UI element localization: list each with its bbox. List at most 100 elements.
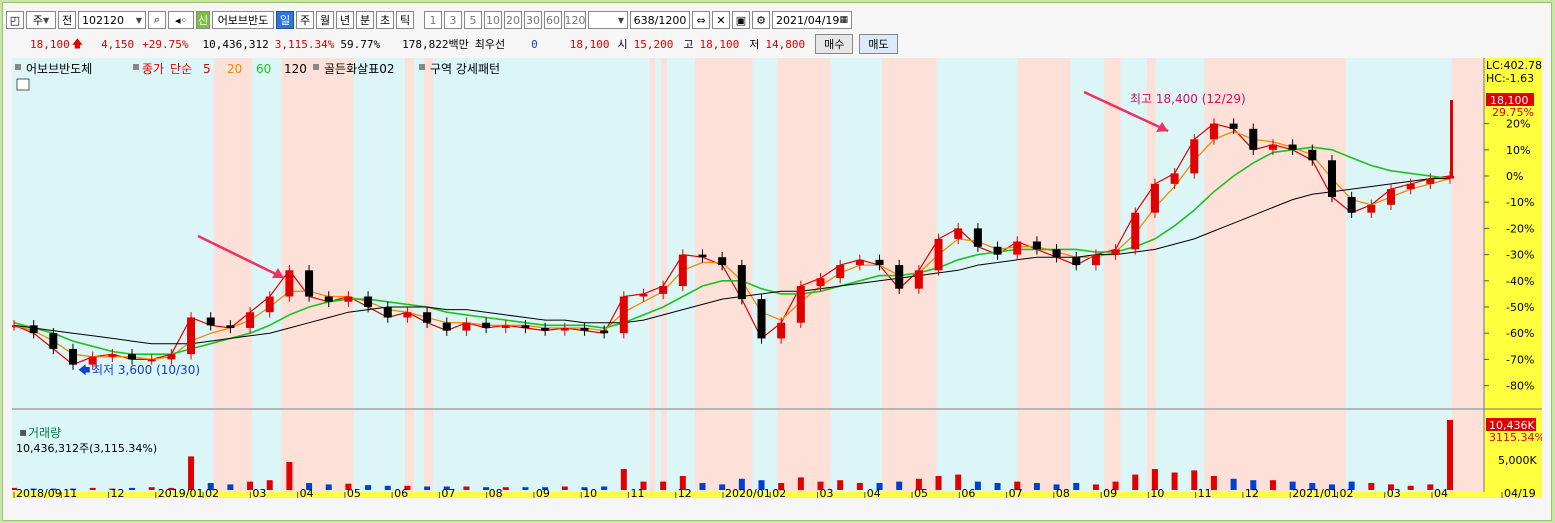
candle-body: [580, 327, 589, 331]
tab-minute[interactable]: 분: [356, 11, 374, 29]
sound-icon[interactable]: ◂◦: [168, 11, 194, 29]
volume-bar: [620, 469, 627, 490]
date-input[interactable]: 2021/04/19 ▦: [772, 11, 852, 29]
interval-60[interactable]: 60: [544, 11, 562, 29]
tab-yearly[interactable]: 년: [336, 11, 354, 29]
low-label: 저: [749, 38, 760, 51]
y-tick-label: 0%: [1506, 170, 1523, 183]
new-badge: 신: [196, 11, 210, 29]
interval-120[interactable]: 120: [564, 11, 586, 29]
low-arrow-icon: 🡄: [78, 363, 90, 377]
volume-bar: [856, 483, 863, 490]
low-note: 최저 3,600 (10/30): [92, 363, 200, 377]
volume-bar: [1092, 484, 1099, 490]
tab-second[interactable]: 초: [376, 11, 394, 29]
stock-name-field[interactable]: 어보브반도: [212, 11, 274, 29]
vol-tick: 5,000K: [1498, 454, 1537, 467]
candle-body: [69, 348, 78, 365]
interval-1[interactable]: 1: [424, 11, 442, 29]
tab-monthly[interactable]: 월: [316, 11, 334, 29]
volume-bar: [1447, 420, 1453, 490]
volume-bar: [896, 481, 903, 490]
last-pct: 29.75%: [1492, 106, 1534, 119]
candle-body: [206, 317, 215, 326]
volume-bar: [1171, 472, 1178, 490]
window-toggle-icon[interactable]: ◰: [6, 11, 24, 29]
save-icon[interactable]: ▣: [732, 11, 750, 29]
legend-stock-name: 어보브반도체: [26, 62, 92, 76]
buy-button[interactable]: 매수: [815, 34, 854, 54]
volume-bar: [1191, 470, 1198, 490]
interval-10[interactable]: 10: [484, 11, 502, 29]
x-tick-label: 05: [914, 487, 928, 498]
tab-tick[interactable]: 틱: [396, 11, 414, 29]
table-view-icon[interactable]: [16, 78, 30, 91]
candle-body: [147, 359, 156, 362]
zone-band-2: [405, 58, 414, 408]
candle-body: [914, 270, 923, 289]
legend-ma120: 120: [284, 62, 307, 76]
candle-body: [462, 322, 471, 331]
tab-weekly[interactable]: 주: [296, 11, 314, 29]
volume-bar: [1132, 474, 1139, 490]
zone-band-7: [777, 58, 831, 408]
y-tick-label: -10%: [1506, 196, 1534, 209]
volume-bar: [463, 486, 470, 490]
y-tick-label: -70%: [1506, 353, 1534, 366]
x-tick-label: 07: [441, 487, 455, 498]
candle-body: [836, 265, 845, 279]
settings-gear-icon[interactable]: ⚙: [752, 11, 770, 29]
x-tick-label: 12: [1245, 487, 1259, 498]
candle-body: [1150, 183, 1159, 213]
candle-body: [1052, 249, 1061, 258]
interval-20[interactable]: 20: [504, 11, 522, 29]
candle-body: [659, 286, 668, 294]
x-tick-label: 12: [678, 487, 692, 498]
zone-band-vol-0: [213, 410, 252, 492]
candle-body: [1249, 128, 1258, 150]
y-tick-label: -40%: [1506, 275, 1534, 288]
volume-bar: [797, 477, 804, 490]
zone-band-vol-10: [1104, 410, 1121, 492]
period-short-button[interactable]: 전: [58, 11, 76, 29]
candle-body: [128, 354, 137, 360]
x-tick-label: 03: [1387, 487, 1401, 498]
candle-body: [12, 325, 18, 328]
candle-body: [1386, 189, 1395, 205]
stock-code-input[interactable]: 102120 ▼: [78, 11, 146, 29]
compare-icon[interactable]: ⇔: [692, 11, 710, 29]
search-icon[interactable]: ⌕: [148, 11, 166, 29]
y-tick-label: -60%: [1506, 327, 1534, 340]
zone-band-3: [424, 58, 433, 408]
candle-body: [1268, 144, 1277, 150]
price-chart[interactable]: 20% 10% 0% -10% -20% -30% -40% -50% -60% -70% -80%…: [12, 58, 1542, 498]
line-tool-icon[interactable]: ✕: [712, 11, 730, 29]
candle-body: [1072, 257, 1081, 266]
volume-bar: [935, 476, 942, 490]
candle-body: [600, 330, 609, 334]
volume-bar: [384, 485, 391, 490]
up-arrow-icon: 🡅: [71, 36, 84, 50]
interval-30[interactable]: 30: [524, 11, 542, 29]
tab-daily[interactable]: 일: [276, 11, 294, 29]
market-select[interactable]: 주 ▼: [26, 11, 56, 29]
candle-body: [403, 312, 412, 318]
zone-band-vol-2: [405, 410, 414, 492]
volume-bar: [699, 483, 706, 490]
candle-last: [1450, 100, 1453, 178]
open: 15,200: [633, 37, 674, 51]
legend-ma5: 5: [203, 62, 211, 76]
count-display[interactable]: 638/1200: [630, 11, 690, 29]
interval-3[interactable]: 3: [444, 11, 462, 29]
candle-body: [423, 312, 432, 323]
calendar-icon[interactable]: ▦: [839, 15, 848, 25]
x-tick-label: 05: [347, 487, 361, 498]
candle-body: [698, 254, 707, 258]
sell-button[interactable]: 매도: [859, 34, 898, 54]
low: 14,800: [765, 37, 806, 51]
interval-5[interactable]: 5: [464, 11, 482, 29]
candle-body: [973, 228, 982, 247]
x-tick-label: 04: [867, 487, 881, 498]
zone-band-4: [649, 58, 656, 408]
interval-select[interactable]: ▼: [588, 11, 628, 29]
